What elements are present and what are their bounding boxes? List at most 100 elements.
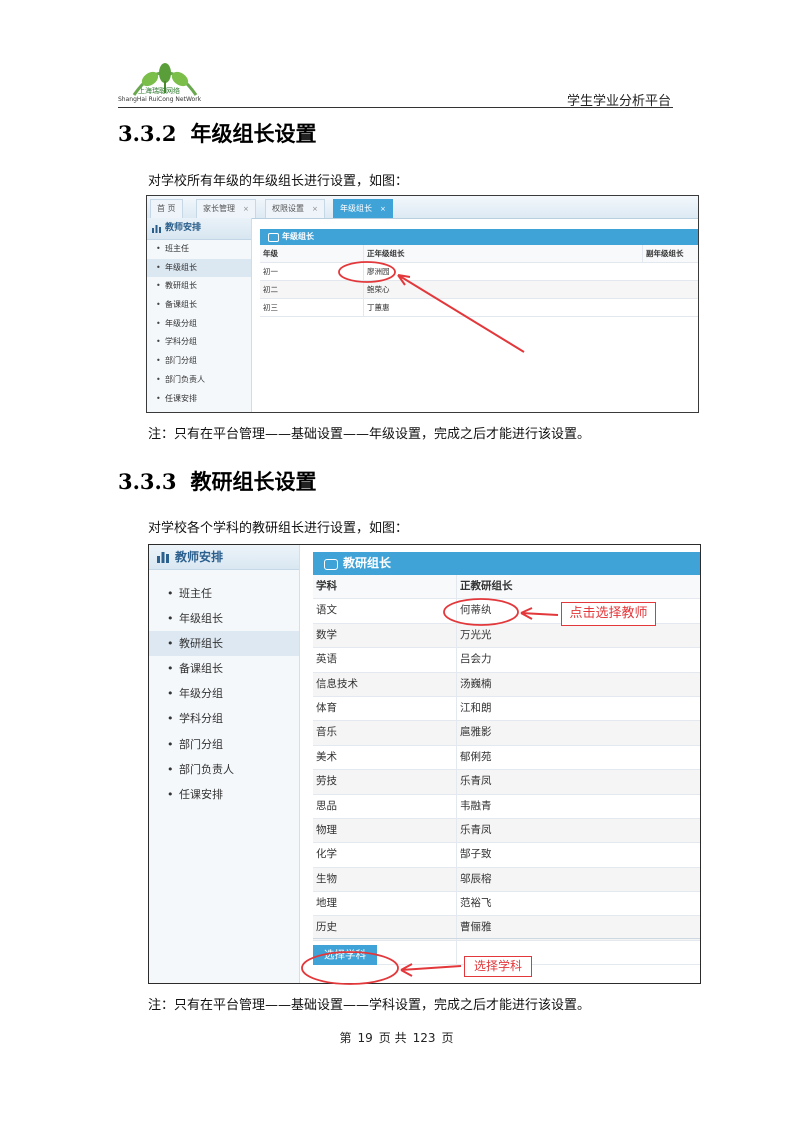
sidebar-title: 教师安排 xyxy=(175,550,224,564)
section-title: 年级组长设置 xyxy=(190,122,317,146)
subject-cell: 语文 xyxy=(316,604,337,617)
sidebar-item[interactable]: 部门负责人 xyxy=(147,371,251,390)
table-header-row: 年级 正年级组长 副年级组长 xyxy=(260,245,698,263)
close-icon[interactable]: × xyxy=(312,205,318,213)
callout-select-teacher: 点击选择教师 xyxy=(561,602,656,626)
sidebar-item[interactable]: 学科分组 xyxy=(147,333,251,352)
sidebar-item[interactable]: 班主任 xyxy=(147,240,251,259)
subject-cell: 地理 xyxy=(316,897,337,910)
research-leader-cell[interactable]: 江和朗 xyxy=(456,696,700,721)
sidebar-item[interactable]: 部门分组 xyxy=(149,732,299,757)
callout-select-subject: 选择学科 xyxy=(464,956,532,977)
subject-cell: 物理 xyxy=(316,823,337,836)
research-leader-cell[interactable]: 乐青凤 xyxy=(456,770,700,794)
section-number: 3.3.3 xyxy=(118,469,177,494)
bar-chart-icon xyxy=(157,552,169,563)
sidebar-item[interactable]: 教研组长 xyxy=(147,277,251,296)
panel-title: 年级组长 xyxy=(282,232,314,241)
research-leader-cell[interactable]: 万光光 xyxy=(456,623,700,648)
sidebar-header[interactable]: 教师安排 xyxy=(147,218,251,240)
section-note: 注：只有在平台管理——基础设置——年级设置，完成之后才能进行该设置。 xyxy=(148,427,591,442)
sidebar-menu: 班主任年级组长教研组长备课组长年级分组学科分组部门分组部门负责人任课安排 xyxy=(149,570,299,807)
grade-leader-screenshot: 首 页 家长管理× 权限设置× 年级组长× 教师安排 班主任年级组长教研组长备课… xyxy=(146,195,699,413)
panel-header: 教研组长 xyxy=(313,552,700,575)
table-row: 化学 郜子致 xyxy=(313,843,700,868)
research-leader-cell[interactable]: 韦融青 xyxy=(456,794,700,818)
subject-cell: 英语 xyxy=(316,653,337,666)
tab-parent-management[interactable]: 家长管理 × xyxy=(196,199,256,218)
sidebar-item[interactable]: 教研组长 xyxy=(149,631,299,656)
page-current: 19 xyxy=(357,1031,373,1045)
tab-permission-settings[interactable]: 权限设置 × xyxy=(265,199,325,218)
section-number: 3.3.2 xyxy=(118,121,177,146)
sidebar-item[interactable]: 部门负责人 xyxy=(149,757,299,782)
section-heading-333: 3.3.3 教研组长设置 xyxy=(118,466,316,496)
sidebar-item[interactable]: 任课安排 xyxy=(147,390,251,409)
select-subject-button[interactable]: 选择学科 xyxy=(313,945,377,965)
sidebar-item[interactable]: 任课安排 xyxy=(149,782,299,807)
table-row: 美术 郁俐苑 xyxy=(313,745,700,771)
grade-cell: 初三 xyxy=(263,303,278,312)
research-leader-cell[interactable]: 汤巍楠 xyxy=(456,672,700,696)
grade-leader-cell[interactable]: 丁蕙惠 xyxy=(363,299,643,316)
logo-cn-text: 上海瑞聪网络 xyxy=(138,87,180,95)
grade-leader-cell[interactable]: 鲍荣心 xyxy=(363,281,643,298)
subject-cell: 历史 xyxy=(316,921,337,934)
subject-cell: 思品 xyxy=(316,799,337,812)
sidebar-item[interactable]: 年级组长 xyxy=(149,606,299,631)
research-leader-cell[interactable]: 扈雅影 xyxy=(456,721,700,745)
tab-label: 首 页 xyxy=(157,204,176,213)
page-number: 第 19 页 共 123 页 xyxy=(0,1029,793,1046)
grade-cell: 初一 xyxy=(263,267,278,276)
sidebar-item[interactable]: 部门分组 xyxy=(147,352,251,371)
table-header-row: 学科 正教研组长 xyxy=(313,575,700,600)
table-row: 劳技 乐青凤 xyxy=(313,770,700,795)
research-leader-cell[interactable]: 乐青凤 xyxy=(456,818,700,843)
close-icon[interactable]: × xyxy=(243,205,249,213)
table-row: 体育 江和朗 xyxy=(313,696,700,722)
grade-leader-table: 年级 正年级组长 副年级组长 初一 廖洲园初二 鲍荣心初三 丁蕙惠 xyxy=(260,245,698,317)
research-leader-cell[interactable]: 郁俐苑 xyxy=(456,745,700,770)
table-row: 初三 丁蕙惠 xyxy=(260,299,698,317)
research-leader-screenshot: 教师安排 班主任年级组长教研组长备课组长年级分组学科分组部门分组部门负责人任课安… xyxy=(148,544,701,984)
sidebar-header[interactable]: 教师安排 xyxy=(149,545,299,570)
research-leader-cell[interactable]: 郜子致 xyxy=(456,843,700,867)
header-divider xyxy=(118,107,673,108)
sidebar-item[interactable]: 班主任 xyxy=(149,581,299,606)
grade-cell: 初二 xyxy=(263,285,278,294)
sidebar-item[interactable]: 年级分组 xyxy=(149,681,299,706)
research-leader-cell[interactable]: 范裕飞 xyxy=(456,892,700,916)
subject-cell: 生物 xyxy=(316,872,337,885)
chat-icon xyxy=(268,233,279,242)
sidebar-title: 教师安排 xyxy=(165,223,202,233)
sidebar-item[interactable]: 学科分组 xyxy=(149,706,299,731)
research-leader-cell[interactable]: 曹俪雅 xyxy=(456,916,700,940)
sidebar-item[interactable]: 年级组长 xyxy=(147,258,251,278)
section-heading-332: 3.3.2 年级组长设置 xyxy=(118,118,316,148)
table-row: 生物 邬辰榕 xyxy=(313,867,700,893)
sidebar-item[interactable]: 年级分组 xyxy=(147,315,251,334)
tab-label: 家长管理 xyxy=(203,204,235,213)
page-total: 123 xyxy=(412,1031,436,1045)
subject-cell: 音乐 xyxy=(316,726,337,739)
close-icon[interactable]: × xyxy=(380,205,386,213)
research-leader-cell[interactable]: 吕会力 xyxy=(456,648,700,672)
chat-icon xyxy=(324,559,338,570)
research-leader-cell[interactable]: 邬辰榕 xyxy=(456,867,700,892)
table-row: 思品 韦融青 xyxy=(313,794,700,819)
section-title: 教研组长设置 xyxy=(190,470,317,494)
column-header: 正年级组长 xyxy=(363,245,643,262)
table-row: 英语 吕会力 xyxy=(313,648,700,673)
tab-grade-leader[interactable]: 年级组长 × xyxy=(333,199,393,218)
tab-home[interactable]: 首 页 xyxy=(150,199,183,218)
table-row: 初一 廖洲园 xyxy=(260,263,698,281)
table-row: 物理 乐青凤 xyxy=(313,818,700,844)
sidebar-item[interactable]: 备课组长 xyxy=(147,296,251,315)
research-leader-table: 学科 正教研组长 语文 何蒂纨 数学 万光光 英语 吕会力 信息技术 汤巍楠 体育 江和朗 音乐 扈雅… xyxy=(313,575,700,966)
grade-leader-cell[interactable]: 廖洲园 xyxy=(363,263,643,280)
sidebar-item[interactable]: 备课组长 xyxy=(149,656,299,681)
subject-cell: 体育 xyxy=(316,701,337,714)
sidebar: 教师安排 班主任年级组长教研组长备课组长年级分组学科分组部门分组部门负责人任课安… xyxy=(149,545,300,983)
table-row: 初二 鲍荣心 xyxy=(260,281,698,299)
bar-chart-icon xyxy=(152,225,161,233)
